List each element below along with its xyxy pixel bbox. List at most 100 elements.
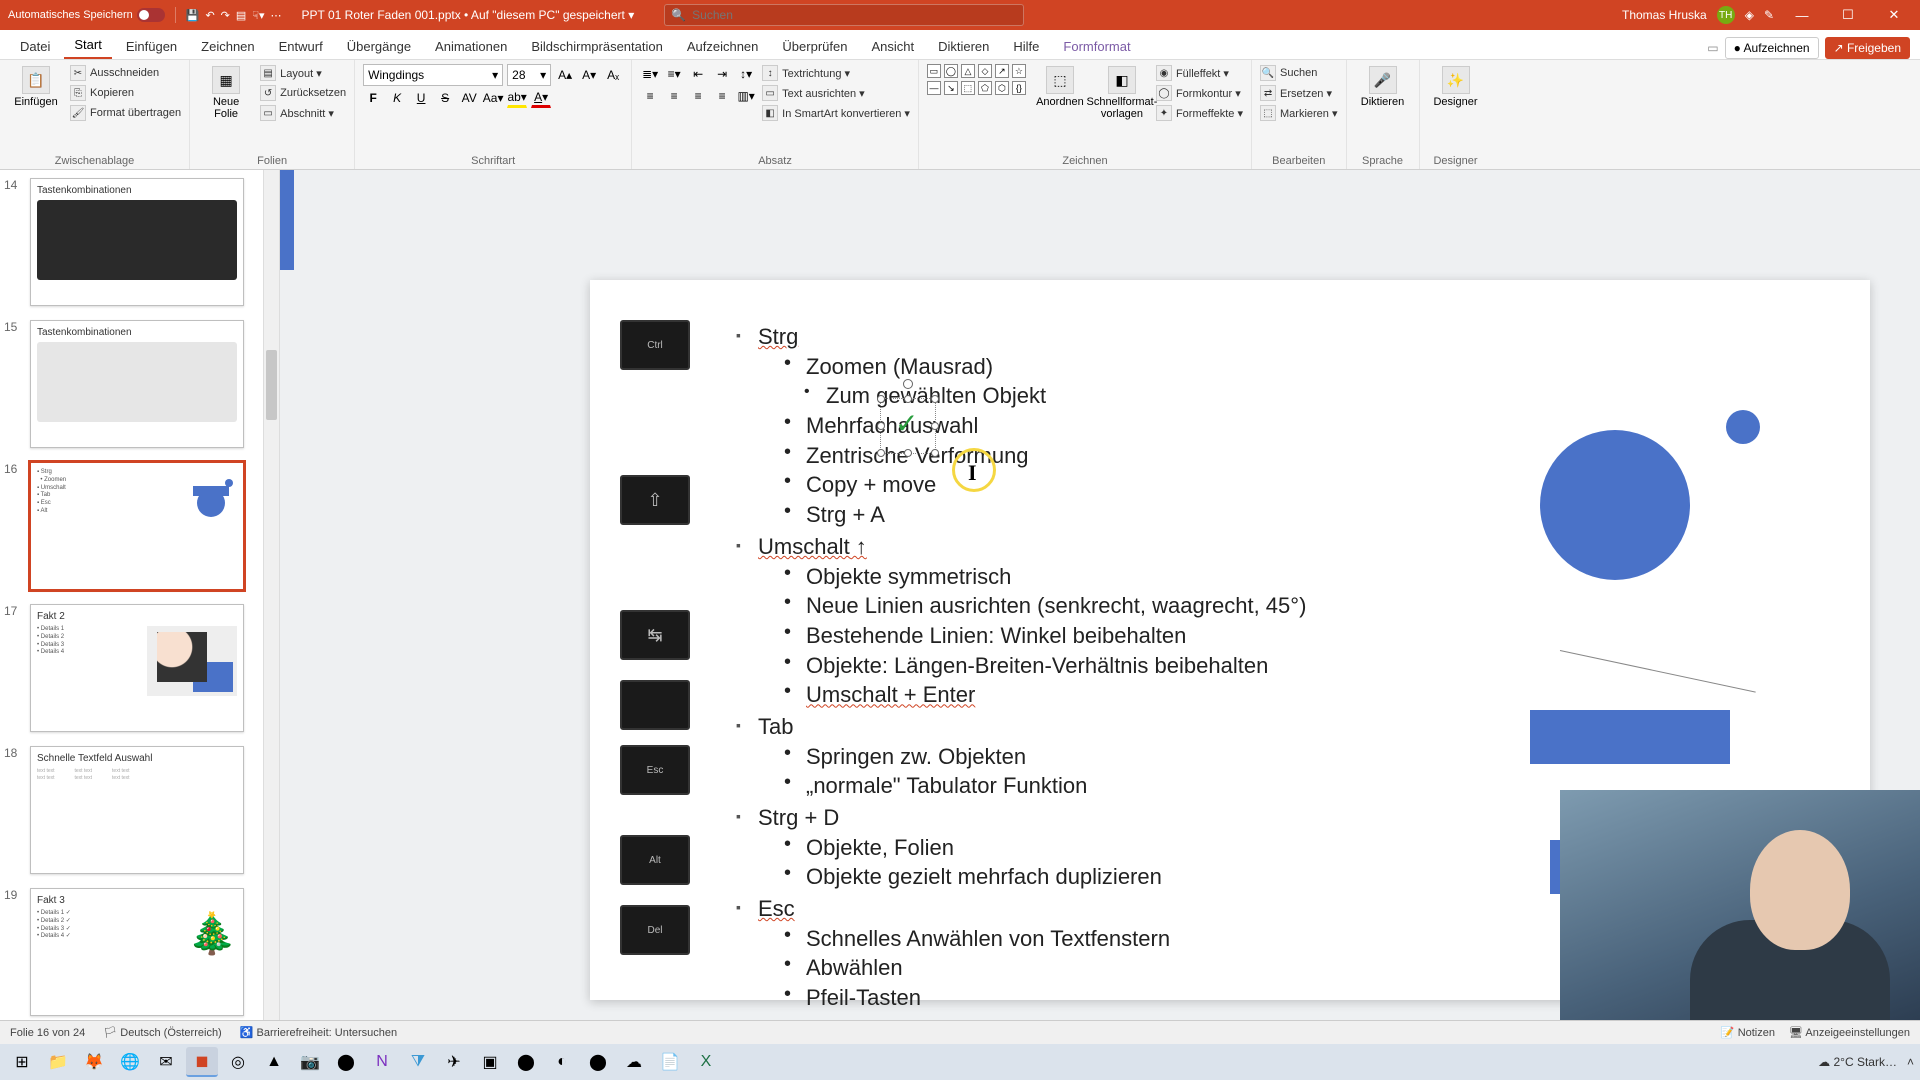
align-center-button[interactable]: ≡ <box>664 86 684 106</box>
tab-einfuegen[interactable]: Einfügen <box>116 33 187 59</box>
thumb-15[interactable]: 15 Tastenkombinationen <box>30 320 265 448</box>
indent-button[interactable]: ⇥ <box>712 64 732 84</box>
thumb-17[interactable]: 17 Fakt 2• Details 1• Details 2• Details… <box>30 604 265 732</box>
line-spacing-button[interactable]: ↕▾ <box>736 64 756 84</box>
copy-button[interactable]: ⎘Kopieren <box>70 84 181 102</box>
smartart-button[interactable]: ◧In SmartArt konvertieren ▾ <box>762 104 910 122</box>
tb-outlook[interactable]: ✉ <box>150 1047 182 1077</box>
tb-excel[interactable]: X <box>690 1047 722 1077</box>
tb-telegram[interactable]: ✈ <box>438 1047 470 1077</box>
display-settings-button[interactable]: 🖥 Anzeigeeinstellungen <box>1789 1026 1910 1039</box>
ribbon-collapse-icon[interactable]: ▭ <box>1707 41 1718 55</box>
user-avatar[interactable]: TH <box>1717 6 1735 24</box>
dictate-button[interactable]: 🎤Diktieren <box>1355 64 1411 110</box>
autosave-toggle[interactable]: Automatisches Speichern <box>8 8 165 22</box>
tb-powerpoint[interactable]: ◼ <box>186 1047 218 1077</box>
tb-app6[interactable]: ⬤ <box>582 1047 614 1077</box>
grow-font-button[interactable]: A▴ <box>555 65 575 85</box>
justify-button[interactable]: ≡ <box>712 86 732 106</box>
paste-button[interactable]: 📋 Einfügen <box>8 64 64 110</box>
tb-firefox[interactable]: 🦊 <box>78 1047 110 1077</box>
tb-vlc[interactable]: ▲ <box>258 1047 290 1077</box>
tb-onenote[interactable]: N <box>366 1047 398 1077</box>
tab-ueberpruefen[interactable]: Überprüfen <box>772 33 857 59</box>
window-title[interactable]: PPT 01 Roter Faden 001.pptx • Auf "diese… <box>302 8 635 22</box>
shrink-font-button[interactable]: A▾ <box>579 65 599 85</box>
slide-canvas[interactable]: Ctrl ⇧ ↹ Esc Alt Del Strg Zoomen (Mausra… <box>280 170 1920 1020</box>
tb-vscode[interactable]: ⧩ <box>402 1047 434 1077</box>
thumb-scrollbar[interactable] <box>263 170 279 1020</box>
save-icon[interactable]: 💾 <box>186 9 200 22</box>
replace-button[interactable]: ⇄Ersetzen ▾ <box>1260 84 1337 102</box>
weather-tray[interactable]: ☁ 2°C Stark… <box>1818 1055 1897 1069</box>
font-color-button[interactable]: A▾ <box>531 88 551 108</box>
tb-app7[interactable]: ☁ <box>618 1047 650 1077</box>
rotate-handle[interactable] <box>903 379 913 389</box>
highlight-button[interactable]: ab▾ <box>507 88 527 108</box>
char-spacing-button[interactable]: Aa▾ <box>483 88 503 108</box>
tb-obs[interactable]: ⬤ <box>510 1047 542 1077</box>
arrange-button[interactable]: ⬚Anordnen <box>1032 64 1088 110</box>
find-button[interactable]: 🔍Suchen <box>1260 64 1337 82</box>
search-box[interactable]: 🔍 <box>664 4 1024 26</box>
italic-button[interactable]: K <box>387 88 407 108</box>
accessibility-status[interactable]: ♿ Barrierefreiheit: Untersuchen <box>240 1026 397 1039</box>
tb-app4[interactable]: ▣ <box>474 1047 506 1077</box>
align-right-button[interactable]: ≡ <box>688 86 708 106</box>
tab-entwurf[interactable]: Entwurf <box>269 33 333 59</box>
tb-app1[interactable]: ◎ <box>222 1047 254 1077</box>
redo-icon[interactable]: ↷ <box>221 9 230 22</box>
tb-app2[interactable]: 📷 <box>294 1047 326 1077</box>
tab-animationen[interactable]: Animationen <box>425 33 517 59</box>
tb-explorer[interactable]: 📁 <box>42 1047 74 1077</box>
autosave-switch[interactable] <box>137 8 165 22</box>
notes-button[interactable]: 📝 Notizen <box>1721 1026 1775 1039</box>
user-name[interactable]: Thomas Hruska <box>1622 8 1707 22</box>
tb-app3[interactable]: ⬤ <box>330 1047 362 1077</box>
new-slide-button[interactable]: ▦ Neue Folie <box>198 64 254 122</box>
thumb-18[interactable]: 18 Schnelle Textfeld Auswahltext texttex… <box>30 746 265 874</box>
designer-button[interactable]: ✨Designer <box>1428 64 1484 110</box>
touch-mode-icon[interactable]: ☟▾ <box>252 9 264 22</box>
maximize-button[interactable]: ☐ <box>1830 7 1866 23</box>
slide-counter[interactable]: Folie 16 von 24 <box>10 1027 85 1039</box>
qat-more-icon[interactable]: ⋯ <box>271 9 282 22</box>
shadow-button[interactable]: AV <box>459 88 479 108</box>
language-status[interactable]: 🏳 Deutsch (Österreich) <box>103 1026 222 1039</box>
outline-button[interactable]: ◯Formkontur ▾ <box>1156 84 1243 102</box>
strike-button[interactable]: S <box>435 88 455 108</box>
start-button[interactable]: ⊞ <box>6 1047 38 1077</box>
selected-checkmark-shape[interactable]: ✓ <box>880 398 936 454</box>
text-direction-button[interactable]: ↕Textrichtung ▾ <box>762 64 910 82</box>
ink-icon[interactable]: ✎ <box>1764 8 1774 22</box>
font-select[interactable]: Wingdings▾ <box>363 64 503 86</box>
layout-button[interactable]: ▤Layout ▾ <box>260 64 346 82</box>
tb-app5[interactable]: ◐ <box>546 1047 578 1077</box>
tab-diktieren[interactable]: Diktieren <box>928 33 999 59</box>
thumb-19[interactable]: 19 Fakt 3• Details 1 ✓• Details 2 ✓• Det… <box>30 888 265 1016</box>
tab-formformat[interactable]: Formformat <box>1053 33 1140 59</box>
tab-aufzeichnen[interactable]: Aufzeichnen <box>677 33 769 59</box>
reset-button[interactable]: ↺Zurücksetzen <box>260 84 346 102</box>
tab-ansicht[interactable]: Ansicht <box>861 33 924 59</box>
search-input[interactable] <box>692 8 1017 22</box>
share-button[interactable]: ↗ Freigeben <box>1825 37 1910 59</box>
fill-button[interactable]: ◉Fülleffekt ▾ <box>1156 64 1243 82</box>
tab-zeichnen[interactable]: Zeichnen <box>191 33 264 59</box>
underline-button[interactable]: U <box>411 88 431 108</box>
section-button[interactable]: ▭Abschnitt ▾ <box>260 104 346 122</box>
thumb-14[interactable]: 14 Tastenkombinationen <box>30 178 265 306</box>
clear-format-button[interactable]: Aₓ <box>603 65 623 85</box>
diamond-icon[interactable]: ◈ <box>1745 8 1754 22</box>
slideshow-start-icon[interactable]: ▤ <box>236 9 246 22</box>
tab-hilfe[interactable]: Hilfe <box>1003 33 1049 59</box>
small-circle-shape[interactable] <box>1726 410 1760 444</box>
tab-datei[interactable]: Datei <box>10 33 60 59</box>
tab-uebergaenge[interactable]: Übergänge <box>337 33 421 59</box>
numbering-button[interactable]: ≡▾ <box>664 64 684 84</box>
tb-chrome[interactable]: 🌐 <box>114 1047 146 1077</box>
undo-icon[interactable]: ↶ <box>205 9 214 22</box>
font-size-select[interactable]: 28▾ <box>507 64 551 86</box>
quick-styles-button[interactable]: ◧Schnellformat- vorlagen <box>1094 64 1150 122</box>
tab-start[interactable]: Start <box>64 31 111 59</box>
